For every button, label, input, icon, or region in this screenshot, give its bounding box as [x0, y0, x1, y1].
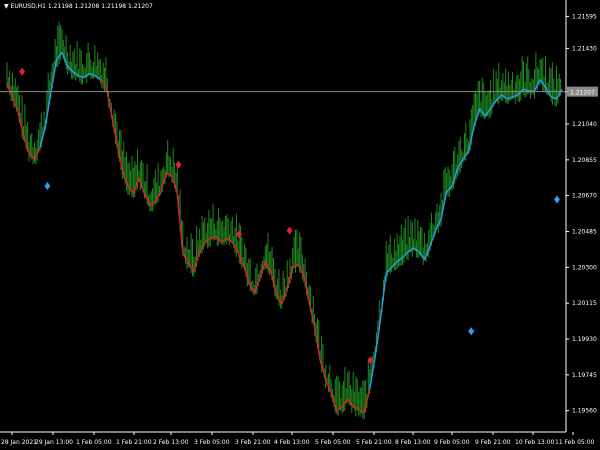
indicator-segment [550, 96, 557, 100]
signal-diamond-marker[interactable] [19, 67, 26, 76]
signal-diamond-marker[interactable] [286, 226, 293, 235]
y-tick-label: 1.19930 [572, 336, 597, 343]
indicator-segment [363, 389, 371, 413]
signal-diamond-marker[interactable] [553, 195, 560, 204]
x-tick-label: 9 Feb 21:00 [475, 439, 511, 446]
signal-diamond-marker[interactable] [468, 327, 475, 336]
signal-diamond-marker[interactable] [175, 160, 182, 169]
y-tick-label: 1.19745 [572, 372, 597, 379]
x-tick-label: 10 Feb 13:00 [515, 439, 555, 446]
current-price-label: 1.21207 [570, 90, 595, 97]
y-tick-label: 1.20115 [572, 300, 597, 307]
signal-diamond-marker[interactable] [236, 230, 243, 239]
x-tick-label: 4 Feb 13:00 [274, 439, 310, 446]
y-tick-label: 1.21595 [572, 13, 597, 20]
y-tick-label: 1.19560 [572, 408, 597, 415]
price-chart[interactable]: 1.21595 1.21430 1.21207 1.21040 1.20855 1.206… [0, 0, 600, 450]
symbol-info-label[interactable]: ▼ EURUSD,H1 1.21198 1.21208 1.21198 1.21… [4, 3, 153, 10]
y-tick-label: 1.20300 [572, 264, 597, 271]
x-tick-label: 8 Feb 13:00 [395, 439, 431, 446]
indicator-line [6, 51, 563, 414]
x-tick-label: 5 Feb 21:00 [356, 439, 392, 446]
x-tick-label: 29 Jan 13:00 [35, 439, 73, 446]
chart-window[interactable]: ▼ EURUSD,H1 1.21198 1.21208 1.21198 1.21… [0, 0, 600, 450]
indicator-segment [210, 235, 217, 239]
indicator-segment [352, 406, 359, 410]
price-bars [6, 21, 562, 420]
x-tick-label: 11 Feb 05:00 [555, 439, 595, 446]
x-tick-label: 9 Feb 05:00 [434, 439, 470, 446]
y-tick-label: 1.21430 [572, 45, 597, 52]
y-tick-label: 1.20485 [572, 228, 597, 235]
indicator-segment [89, 72, 96, 77]
x-tick-label: 5 Feb 05:00 [315, 439, 351, 446]
x-tick-label: 1 Feb 05:00 [76, 439, 112, 446]
x-tick-label: 3 Feb 21:00 [235, 439, 271, 446]
indicator-segment [308, 302, 316, 328]
indicator-segment [105, 85, 113, 115]
y-tick-label: 1.21040 [572, 121, 597, 128]
y-tick-label: 1.20670 [572, 193, 597, 200]
x-tick-label: 2 Feb 13:00 [153, 439, 189, 446]
y-tick-label: 1.20855 [572, 157, 597, 164]
signal-diamond-marker[interactable] [44, 181, 51, 190]
x-tick-label: 3 Feb 05:00 [194, 439, 230, 446]
x-tick-label: 28 Jan 2021 [1, 439, 37, 446]
x-tick-label: 1 Feb 21:00 [116, 439, 152, 446]
